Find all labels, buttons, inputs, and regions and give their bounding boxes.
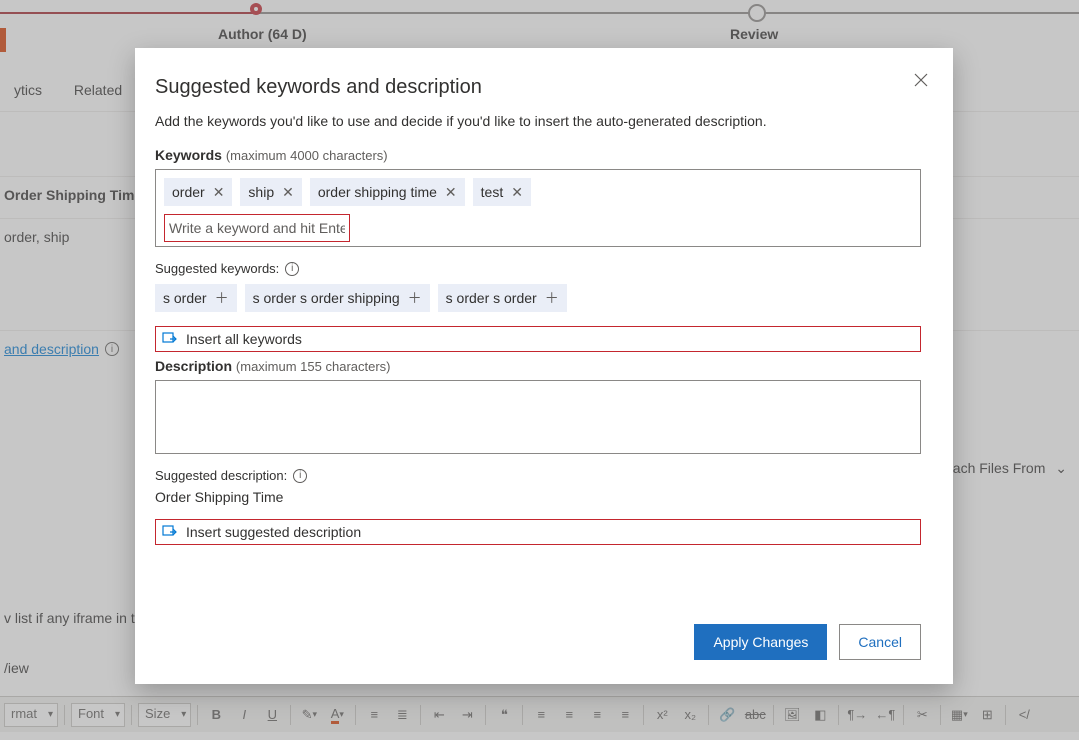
step-label-review: Review [730, 26, 778, 42]
chip-label: order shipping time [318, 184, 437, 200]
suggested-keywords-link[interactable]: and description [4, 341, 99, 357]
scissors-button[interactable]: ✂ [910, 703, 934, 727]
subscript-button[interactable]: x₂ [678, 703, 702, 727]
align-right-button[interactable]: ≡ [585, 703, 609, 727]
insert-suggested-description-label: Insert suggested description [186, 524, 361, 540]
align-center-button[interactable]: ≡ [557, 703, 581, 727]
remove-chip-icon[interactable]: ✕ [511, 185, 523, 199]
indent-button[interactable]: ⇥ [455, 703, 479, 727]
attach-files-label: ach Files From [953, 460, 1046, 476]
modal-title: Suggested keywords and description [155, 76, 921, 99]
insert-icon [162, 524, 178, 540]
suggested-keywords-modal: Suggested keywords and description Add t… [135, 48, 953, 684]
chip-label: s order s order [446, 290, 537, 306]
caret-icon: ▾ [115, 709, 120, 720]
chip-label: s order s order shipping [253, 290, 400, 306]
cancel-button[interactable]: Cancel [839, 624, 921, 660]
keywords-input-box[interactable]: order ✕ ship ✕ order shipping time ✕ test ✕ [155, 169, 921, 247]
remove-chip-icon[interactable]: ✕ [282, 185, 294, 199]
highlight-button[interactable]: ✎▾ [297, 703, 321, 727]
justify-button[interactable]: ≡ [613, 703, 637, 727]
code-button[interactable]: ◧ [808, 703, 832, 727]
chip-label: ship [248, 184, 274, 200]
suggested-keywords-label-row: Suggested keywords: i [155, 261, 921, 276]
insert-suggested-description-button[interactable]: Insert suggested description [155, 519, 921, 545]
tab-related[interactable]: Related [60, 72, 136, 108]
modal-subtitle: Add the keywords you'd like to use and d… [155, 113, 921, 129]
bold-button[interactable]: B [204, 703, 228, 727]
align-left-button[interactable]: ≡ [529, 703, 553, 727]
number-list-button[interactable]: ≣ [390, 703, 414, 727]
add-chip-icon[interactable]: ＋ [545, 291, 559, 305]
step-dot-review [748, 4, 766, 22]
keyword-chip: test ✕ [473, 178, 531, 206]
strikethrough-button[interactable]: abc [743, 703, 767, 727]
pilcrow-rtl-button[interactable]: ←¶ [873, 703, 897, 727]
keyword-input[interactable] [165, 215, 349, 241]
keywords-hint: (maximum 4000 characters) [226, 148, 388, 163]
pilcrow-ltr-button[interactable]: ¶→ [845, 703, 869, 727]
chip-label: order [172, 184, 205, 200]
rich-text-toolbar: rmat▾ Font▾ Size▾ B I U ✎▾ A▾ ≡ ≣ ⇤ ⇥ ❝ … [0, 696, 1079, 732]
insert-all-keywords-label: Insert all keywords [186, 331, 302, 347]
info-icon[interactable]: i [285, 262, 299, 276]
insert-all-keywords-button[interactable]: Insert all keywords [155, 326, 921, 352]
keyword-chip: order ✕ [164, 178, 232, 206]
keyword-input-highlight [164, 214, 350, 242]
suggested-keyword-chip[interactable]: s order ＋ [155, 284, 237, 312]
chevron-down-icon: ⌄ [1055, 460, 1067, 476]
outdent-button[interactable]: ⇤ [427, 703, 451, 727]
quote-button[interactable]: ❝ [492, 703, 516, 727]
font-color-button[interactable]: A▾ [325, 703, 349, 727]
remove-chip-icon[interactable]: ✕ [213, 185, 225, 199]
bullet-list-button[interactable]: ≡ [362, 703, 386, 727]
step-label-author: Author (64 D) [218, 26, 307, 42]
superscript-button[interactable]: x² [650, 703, 674, 727]
table-button[interactable]: ▦▾ [947, 703, 971, 727]
suggested-keywords-label: Suggested keywords: [155, 261, 279, 276]
modal-footer: Apply Changes Cancel [155, 612, 921, 660]
remove-chip-icon[interactable]: ✕ [445, 185, 457, 199]
suggested-description-label: Suggested description: [155, 468, 287, 483]
toolbar-font-combo[interactable]: Font▾ [71, 703, 125, 727]
close-icon [914, 73, 928, 87]
add-chip-icon[interactable]: ＋ [408, 291, 422, 305]
italic-button[interactable]: I [232, 703, 256, 727]
caret-icon: ▾ [181, 709, 186, 720]
suggested-keywords-row: s order ＋ s order s order shipping ＋ s ord… [155, 284, 921, 312]
tab-analytics[interactable]: ytics [0, 72, 56, 108]
caret-icon: ▾ [48, 709, 53, 720]
chip-label: test [481, 184, 504, 200]
keyword-chip-row: order ✕ ship ✕ order shipping time ✕ test ✕ [164, 178, 912, 206]
keyword-chip: order shipping time ✕ [310, 178, 465, 206]
insert-icon [162, 331, 178, 347]
step-dot-author [250, 3, 262, 15]
keyword-chip: ship ✕ [240, 178, 301, 206]
add-chip-icon[interactable]: ＋ [215, 291, 229, 305]
suggested-keyword-chip[interactable]: s order s order ＋ [438, 284, 567, 312]
toolbar-size-combo[interactable]: Size▾ [138, 703, 191, 727]
keywords-label: Keywords [155, 147, 222, 163]
suggested-description-text: Order Shipping Time [155, 489, 921, 505]
source-button[interactable]: </ [1012, 703, 1036, 727]
image-button[interactable]: 🖼 [780, 703, 804, 727]
link-button[interactable]: 🔗 [715, 703, 739, 727]
apply-changes-button[interactable]: Apply Changes [694, 624, 827, 660]
keywords-label-row: Keywords (maximum 4000 characters) [155, 147, 921, 163]
attach-files-from[interactable]: ach Files From ⌄ [953, 460, 1067, 477]
description-hint: (maximum 155 characters) [236, 359, 391, 374]
info-icon[interactable]: i [293, 469, 307, 483]
info-icon: i [105, 342, 119, 356]
toolbar-format-combo[interactable]: rmat▾ [4, 703, 58, 727]
suggested-keyword-chip[interactable]: s order s order shipping ＋ [245, 284, 430, 312]
description-label-row: Description (maximum 155 characters) [155, 358, 921, 374]
close-button[interactable] [909, 68, 933, 92]
suggested-description-label-row: Suggested description: i [155, 468, 921, 483]
left-accent-bar [0, 28, 6, 52]
chip-label: s order [163, 290, 207, 306]
description-input[interactable] [155, 380, 921, 454]
more-table-button[interactable]: ⊞ [975, 703, 999, 727]
underline-button[interactable]: U [260, 703, 284, 727]
description-label: Description [155, 358, 232, 374]
